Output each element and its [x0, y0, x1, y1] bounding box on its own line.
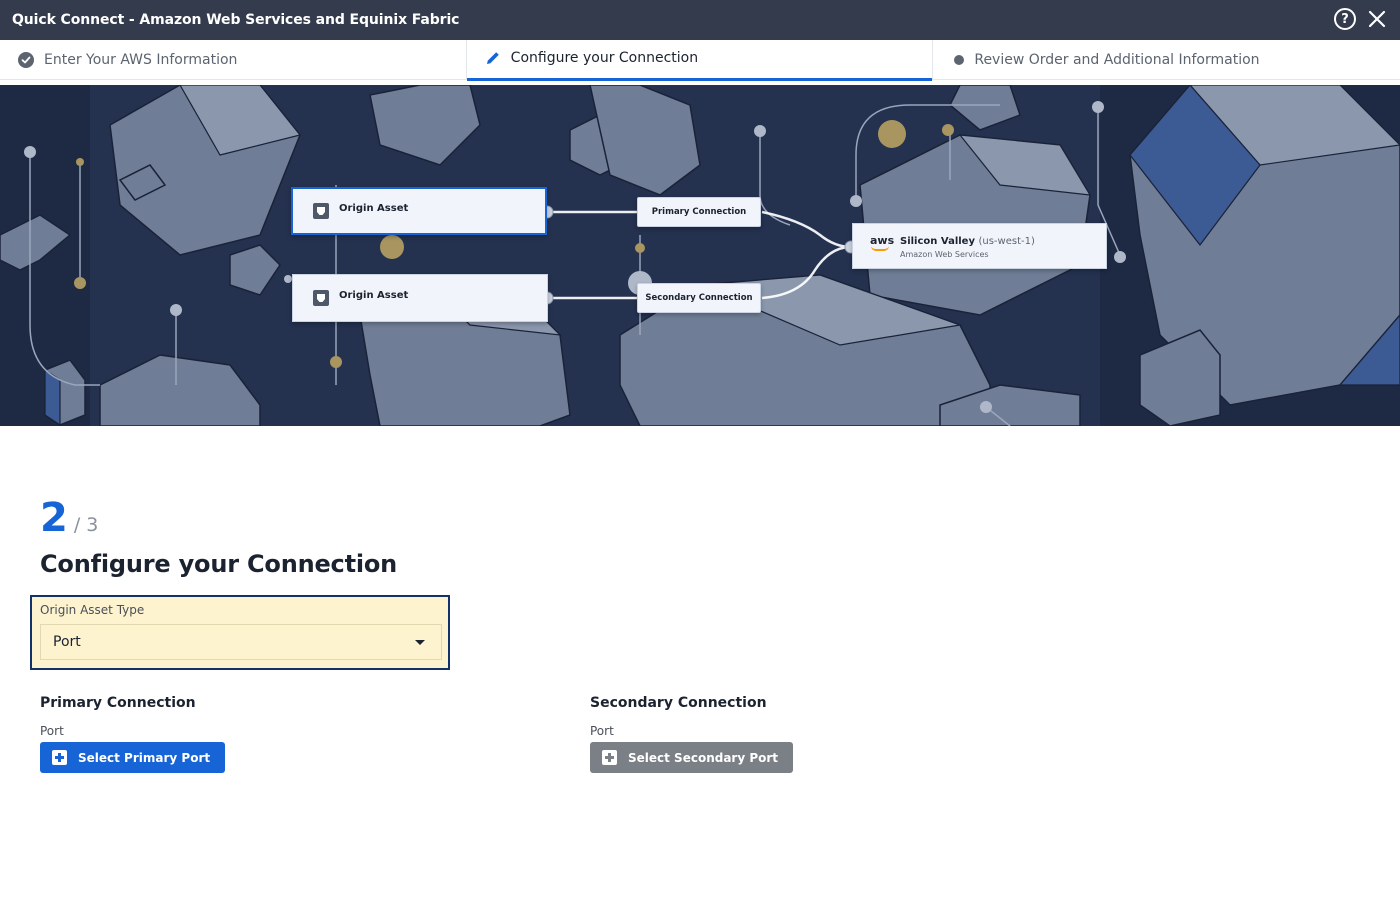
port-icon: [313, 290, 329, 306]
port-icon: [313, 203, 329, 219]
select-primary-port-label: Select Primary Port: [78, 750, 211, 765]
primary-connection-label: Primary Connection: [651, 207, 747, 217]
destination-name: Silicon Valley: [900, 236, 975, 247]
origin-asset-label: Origin Asset: [339, 202, 409, 214]
pencil-icon: [485, 50, 501, 66]
primary-connection-section: Primary Connection Port Select Primary P…: [40, 695, 226, 773]
step-label: Review Order and Additional Information: [974, 52, 1260, 68]
question-circle-icon[interactable]: ?: [1334, 8, 1356, 30]
aws-logo: aws: [870, 235, 894, 251]
step-enter-aws-information[interactable]: Enter Your AWS Information: [0, 40, 467, 80]
check-circle-icon: [18, 52, 34, 68]
destination-region: (us-west-1): [978, 236, 1035, 247]
step-label: Configure your Connection: [510, 50, 699, 66]
secondary-connection-section: Secondary Connection Port Select Seconda…: [590, 695, 794, 773]
title-bar: Quick Connect - Amazon Web Services and …: [0, 0, 1400, 40]
primary-connection-title: Primary Connection: [40, 695, 196, 711]
caret-down-icon: [415, 640, 425, 645]
primary-port-label: Port: [40, 724, 64, 738]
destination-provider: Amazon Web Services: [900, 250, 989, 259]
window-actions: ?: [1334, 8, 1388, 30]
connection-diagram-banner: Origin Asset Origin Asset Primary Connec…: [0, 85, 1400, 426]
step-total: / 3: [73, 514, 99, 536]
secondary-port-label: Port: [590, 724, 614, 738]
step-review-order[interactable]: Review Order and Additional Information: [933, 40, 1400, 80]
origin-asset-primary-node[interactable]: Origin Asset: [291, 187, 547, 235]
wizard-stepper: Enter Your AWS Information Configure you…: [0, 40, 1400, 81]
select-secondary-port-button[interactable]: Select Secondary Port: [590, 742, 794, 773]
isometric-background-illustration: [0, 85, 1400, 426]
secondary-connection-node[interactable]: Secondary Connection: [637, 283, 761, 313]
destination-node[interactable]: aws Silicon Valley (us-west-1) Amazon We…: [852, 223, 1107, 269]
destination-title: Silicon Valley (us-west-1): [900, 236, 1035, 247]
dot-icon: [954, 55, 965, 65]
select-secondary-port-label: Select Secondary Port: [628, 750, 779, 765]
secondary-connection-label: Secondary Connection: [645, 293, 753, 303]
close-icon[interactable]: [1366, 8, 1388, 30]
origin-asset-label: Origin Asset: [339, 289, 409, 301]
window-title: Quick Connect - Amazon Web Services and …: [12, 12, 460, 28]
page-title: Configure your Connection: [40, 550, 398, 578]
step-configure-connection[interactable]: Configure your Connection: [466, 40, 934, 81]
destination-text: Silicon Valley (us-west-1) Amazon Web Se…: [900, 236, 1035, 259]
secondary-connection-title: Secondary Connection: [590, 695, 767, 711]
step-counter: 2 / 3: [40, 494, 98, 542]
step-current: 2: [40, 495, 68, 541]
origin-asset-type-field: Origin Asset Type Port: [30, 595, 450, 670]
plus-icon: [602, 750, 617, 765]
step-label: Enter Your AWS Information: [44, 52, 238, 68]
origin-asset-secondary-node[interactable]: Origin Asset: [292, 274, 548, 322]
primary-connection-node[interactable]: Primary Connection: [637, 197, 761, 227]
origin-asset-type-value: Port: [53, 634, 81, 650]
origin-asset-type-select[interactable]: Port: [40, 624, 442, 660]
select-primary-port-button[interactable]: Select Primary Port: [40, 742, 226, 773]
origin-asset-type-label: Origin Asset Type: [40, 603, 145, 617]
plus-icon: [52, 750, 67, 765]
